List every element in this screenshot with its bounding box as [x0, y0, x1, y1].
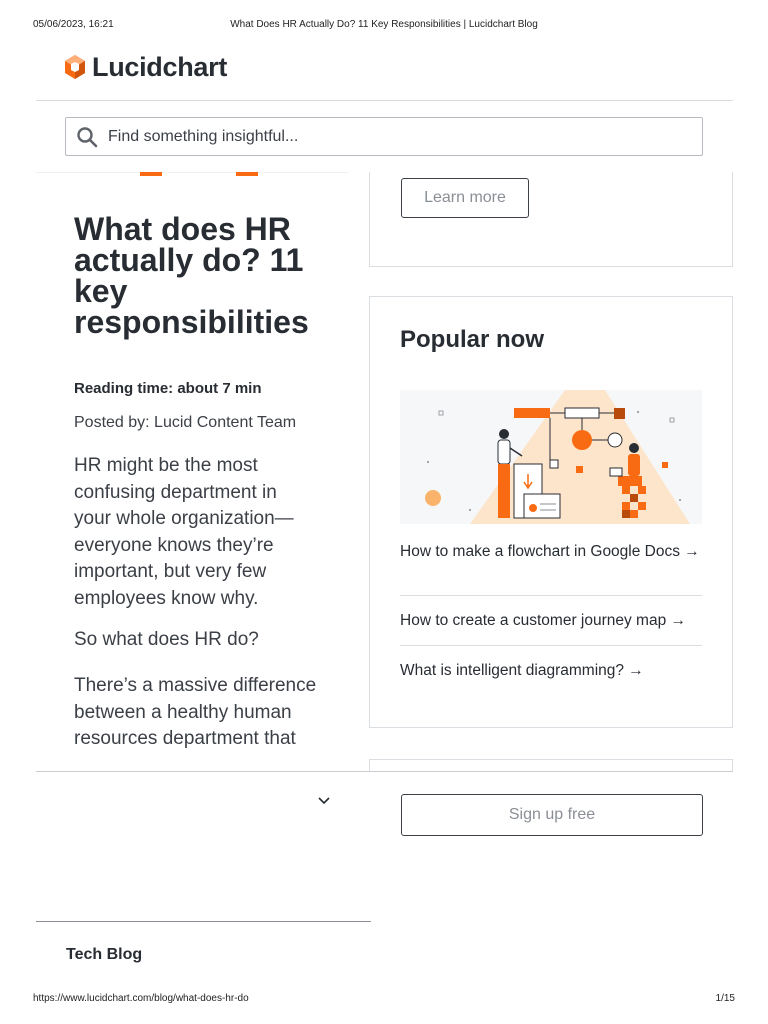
chevron-down-icon[interactable] — [316, 795, 332, 807]
lucidchart-logo-icon — [65, 55, 85, 79]
article-title: What does HR actually do? 11 key respons… — [74, 211, 309, 340]
reading-time: Reading time: about 7 min — [74, 380, 262, 397]
search-bar[interactable] — [65, 117, 703, 156]
popular-link-google-docs-flowchart[interactable]: How to make a flowchart in Google Docs → — [400, 542, 702, 562]
popular-link-intelligent-diagramming[interactable]: What is intelligent diagramming? → — [400, 661, 702, 681]
logo-wordmark: Lucidchart — [92, 51, 228, 82]
popular-link-customer-journey-map[interactable]: How to create a customer journey map → — [400, 611, 702, 631]
article-body: HR might be the most confusing departmen… — [36, 450, 356, 771]
print-url: https://www.lucidchart.com/blog/what-doe… — [33, 993, 249, 1004]
print-page-title: What Does HR Actually Do? 11 Key Respons… — [230, 19, 538, 30]
article-paragraph: There’s a massive difference between a h… — [74, 675, 317, 749]
header-divider — [36, 100, 733, 101]
article-paragraph: So what does HR do? — [74, 629, 259, 650]
article-paragraph: HR might be the most confusing departmen… — [74, 455, 294, 609]
flowchart-illustration[interactable] — [400, 390, 702, 524]
footer-divider — [36, 921, 371, 922]
popular-now-heading: Popular now — [400, 326, 544, 353]
promo-card: Learn more — [369, 172, 733, 267]
learn-more-button[interactable]: Learn more — [401, 178, 529, 218]
print-page-count: 1/15 — [715, 993, 735, 1004]
tech-blog-link[interactable]: Tech Blog — [66, 946, 142, 964]
sign-up-free-button[interactable]: Sign up free — [401, 794, 703, 836]
search-icon — [77, 126, 98, 147]
popular-divider — [400, 595, 702, 596]
popular-divider — [400, 645, 702, 646]
hero-image-edge — [36, 172, 348, 176]
lucidchart-logo[interactable]: Lucidchart — [64, 52, 227, 82]
search-input[interactable] — [106, 126, 670, 147]
sticky-bar-divider — [36, 771, 733, 772]
posted-by: Posted by: Lucid Content Team — [74, 414, 297, 431]
